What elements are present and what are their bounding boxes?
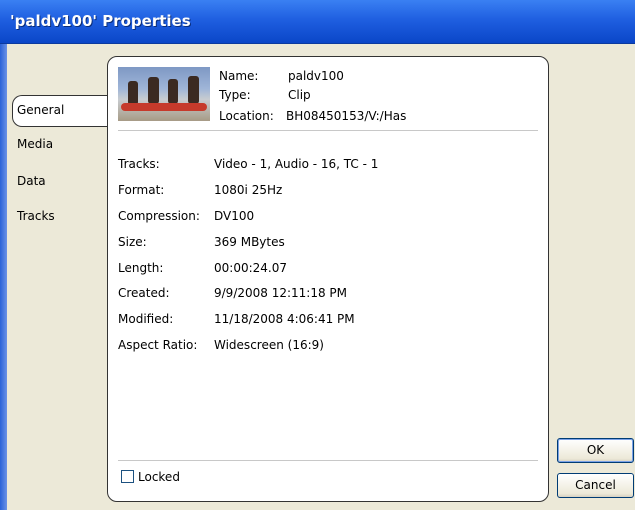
prop-value: 369 MBytes	[214, 235, 285, 249]
prop-value: 11/18/2008 4:06:41 PM	[214, 312, 355, 326]
prop-value: DV100	[214, 209, 255, 223]
prop-value: Widescreen (16:9)	[214, 338, 324, 352]
location-value: BH08450153/V:/Has	[286, 109, 407, 123]
type-value: Clip	[288, 88, 311, 102]
location-label: Location:	[219, 109, 274, 123]
locked-checkbox[interactable]	[121, 470, 134, 483]
tab-general[interactable]: General	[12, 95, 109, 127]
prop-value: 00:00:24.07	[214, 261, 287, 275]
prop-value: Video - 1, Audio - 16, TC - 1	[214, 157, 379, 171]
tab-media[interactable]: Media	[17, 137, 53, 151]
prop-label: Format:	[118, 183, 165, 197]
name-label: Name:	[219, 69, 259, 83]
prop-value: 1080i 25Hz	[214, 183, 283, 197]
prop-label: Created:	[118, 286, 170, 300]
prop-label: Aspect Ratio:	[118, 338, 198, 352]
footer-divider	[118, 460, 538, 461]
prop-value: 9/9/2008 12:11:18 PM	[214, 286, 348, 300]
ok-button[interactable]: OK	[557, 438, 634, 463]
tab-data[interactable]: Data	[17, 174, 46, 188]
locked-label[interactable]: Locked	[138, 470, 180, 484]
prop-label: Compression:	[118, 209, 200, 223]
name-value: paldv100	[288, 69, 344, 83]
tab-general-label: General	[17, 103, 65, 117]
type-label: Type:	[219, 88, 251, 102]
cancel-button[interactable]: Cancel	[557, 473, 634, 498]
title-bar[interactable]: 'paldv100' Properties	[0, 0, 635, 44]
window-title: 'paldv100' Properties	[10, 12, 191, 30]
clip-thumbnail	[118, 67, 210, 121]
prop-label: Length:	[118, 261, 164, 275]
prop-label: Modified:	[118, 312, 174, 326]
tab-tracks[interactable]: Tracks	[17, 209, 55, 223]
header-divider	[118, 130, 538, 131]
prop-label: Size:	[118, 235, 147, 249]
window-left-border	[0, 44, 7, 510]
general-panel: Name: paldv100 Type: Clip Location: BH08…	[107, 56, 549, 502]
prop-label: Tracks:	[118, 157, 160, 171]
